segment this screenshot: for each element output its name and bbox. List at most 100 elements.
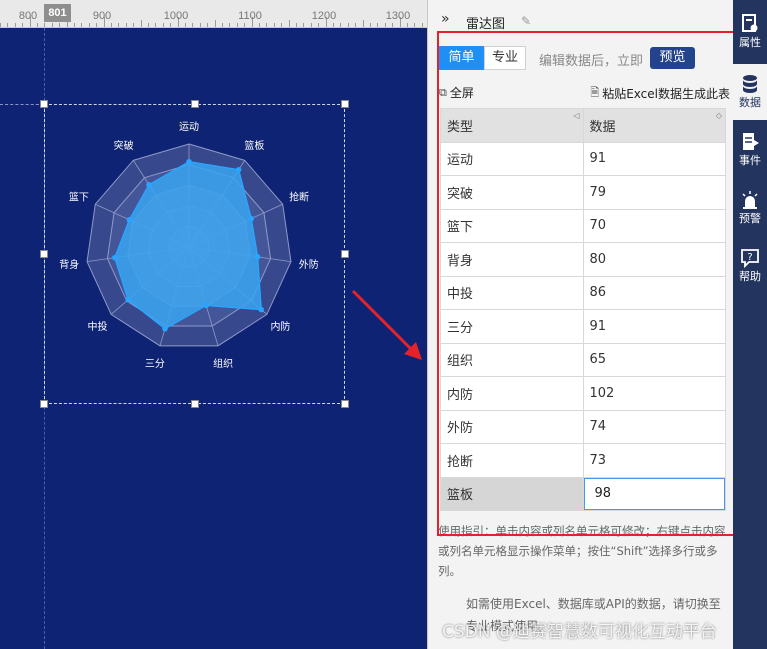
ruler-tick <box>273 23 275 27</box>
sidebar-item-data[interactable]: 数据 <box>733 64 767 120</box>
ruler-tick <box>170 23 172 27</box>
ruler-label: 1300 <box>385 10 411 22</box>
fullscreen-button[interactable]: ⧉ 全屏 <box>439 84 474 101</box>
ruler-tick <box>207 23 209 27</box>
type-cell[interactable]: 篮下 <box>440 208 584 243</box>
sidebar-item-event[interactable]: 事件 <box>733 122 767 178</box>
table-row: 抢断 73 <box>440 443 726 478</box>
ruler-tick <box>192 23 194 27</box>
ruler-tick <box>384 23 386 27</box>
design-canvas[interactable]: 800 900 1000 1100 1200 1300 801 运动 篮板 抢断 外防 内防 组织三… <box>0 0 427 649</box>
value-cell[interactable]: 74 <box>582 409 726 444</box>
ruler-tick <box>74 23 75 27</box>
type-cell[interactable]: 突破 <box>440 175 584 210</box>
type-cell[interactable]: 内防 <box>440 376 584 411</box>
resize-handle-bottom-left[interactable] <box>40 400 48 408</box>
ruler-tick <box>37 23 38 27</box>
cell-edit-input[interactable] <box>583 477 725 510</box>
column-menu-icon[interactable]: ◁ <box>573 111 579 120</box>
ruler-tick <box>96 23 98 27</box>
type-cell[interactable]: 组织 <box>440 342 584 377</box>
ruler-tick <box>81 23 83 27</box>
value-cell[interactable]: 91 <box>582 309 726 344</box>
ruler-tick <box>281 23 283 27</box>
column-menu-icon[interactable]: ◇ <box>716 111 722 120</box>
resize-handle-top[interactable] <box>191 100 199 108</box>
ruler-tick <box>355 23 357 27</box>
event-icon <box>743 133 759 150</box>
pro-mode-button[interactable]: 专业 <box>484 46 526 70</box>
column-header-type[interactable]: 类型 ◁ <box>440 108 584 143</box>
simple-mode-button[interactable]: 简单 <box>439 46 484 70</box>
ruler-tick <box>414 23 416 27</box>
sidebar-item-properties[interactable]: 属性 <box>733 4 767 60</box>
resize-handle-bottom[interactable] <box>191 400 199 408</box>
collapse-panel-icon[interactable]: » <box>441 12 450 26</box>
paste-excel-button[interactable]: 🗎 粘贴Excel数据生成此表 <box>590 84 730 103</box>
data-panel: » 雷达图 ✎ 简单 专业 编辑数据后，立即 预览 ⧉ 全屏 🗎 粘贴Excel… <box>427 0 736 649</box>
ruler-tick <box>362 20 364 27</box>
column-header-label: 类型 <box>447 119 474 135</box>
value-cell[interactable]: 73 <box>582 443 726 478</box>
sidebar-item-label: 预警 <box>739 212 761 225</box>
ruler-tick <box>22 23 24 27</box>
ruler-tick <box>236 23 238 27</box>
value-cell[interactable]: 86 <box>582 275 726 310</box>
fullscreen-label: 全屏 <box>449 86 474 100</box>
pencil-icon[interactable]: ✎ <box>521 14 531 28</box>
ruler-tick <box>259 23 260 27</box>
value-cell-editing[interactable] <box>582 476 726 511</box>
table-row: 运动 91 <box>440 141 726 176</box>
ruler-tick <box>222 23 223 27</box>
ruler-tick <box>118 23 120 27</box>
type-cell[interactable]: 运动 <box>440 141 584 176</box>
ruler-tick <box>303 23 305 27</box>
column-header-value[interactable]: 数据 ◇ <box>582 108 726 143</box>
value-cell[interactable]: 102 <box>582 376 726 411</box>
ruler-label: 1100 <box>238 10 262 22</box>
ruler-tick <box>310 23 312 27</box>
value-cell[interactable]: 91 <box>582 141 726 176</box>
value-cell[interactable]: 79 <box>582 175 726 210</box>
preview-button[interactable]: 预览 <box>650 47 695 69</box>
ruler-tick <box>244 23 246 27</box>
ruler-tick <box>229 23 231 27</box>
sidebar-item-alarm[interactable]: 预警 <box>733 180 767 236</box>
ruler-tick <box>214 20 216 27</box>
table-row: 篮下 70 <box>440 208 726 243</box>
sidebar-item-label: 数据 <box>739 96 761 109</box>
type-cell[interactable]: 三分 <box>440 309 584 344</box>
type-cell[interactable]: 背身 <box>440 242 584 277</box>
resize-handle-bottom-right[interactable] <box>341 400 349 408</box>
paste-excel-label: 粘贴Excel数据生成此表 <box>602 87 730 101</box>
resize-handle-left[interactable] <box>40 250 48 258</box>
right-toolbar: 属性 数据 事件 预警 ? 帮助 <box>733 0 767 649</box>
table-row: 组织 65 <box>440 342 726 377</box>
panel-header: » 雷达图 ✎ <box>428 0 734 34</box>
type-cell[interactable]: 篮板 <box>440 476 584 511</box>
selection-box[interactable] <box>40 100 349 408</box>
ruler-tick <box>370 23 371 27</box>
ruler-tick <box>7 23 9 27</box>
resize-handle-top-right[interactable] <box>341 100 349 108</box>
type-cell[interactable]: 中投 <box>440 275 584 310</box>
ruler-tick <box>162 23 164 27</box>
excel-file-icon: 🗎 <box>590 86 600 99</box>
value-cell[interactable]: 80 <box>582 242 726 277</box>
value-cell[interactable]: 65 <box>582 342 726 377</box>
watermark: CSDN @迪赛智慧数可视化互动平台 <box>442 622 717 642</box>
ruler-tick <box>140 20 142 27</box>
fullscreen-icon: ⧉ <box>439 85 447 99</box>
database-icon <box>743 75 757 93</box>
table-row: 外防 74 <box>440 409 726 444</box>
alarm-icon <box>742 191 758 209</box>
ruler-tick <box>392 23 394 27</box>
type-cell[interactable]: 抢断 <box>440 443 584 478</box>
type-cell[interactable]: 外防 <box>440 409 584 444</box>
value-cell[interactable]: 70 <box>582 208 726 243</box>
sidebar-item-help[interactable]: ? 帮助 <box>733 238 767 294</box>
resize-handle-right[interactable] <box>341 250 349 258</box>
ruler-tick <box>407 23 408 27</box>
sidebar-item-label: 属性 <box>739 36 761 49</box>
resize-handle-top-left[interactable] <box>40 100 48 108</box>
